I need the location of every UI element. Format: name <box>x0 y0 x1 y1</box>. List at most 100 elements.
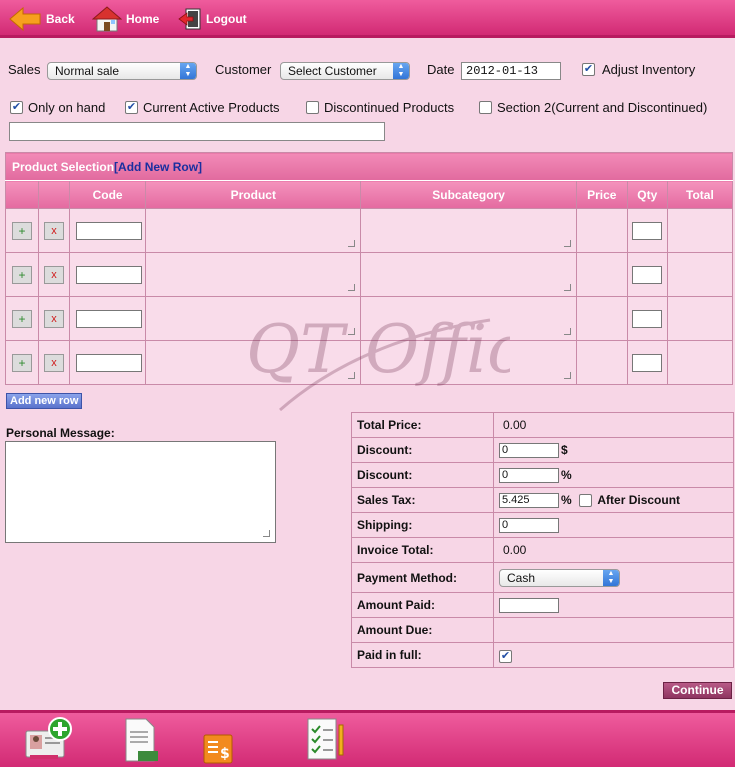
customer-label: Customer <box>215 62 272 77</box>
add-new-row-button[interactable]: Add new row <box>6 393 83 409</box>
table-row: + x <box>4 208 734 253</box>
discontinued-checkbox[interactable] <box>306 101 319 114</box>
top-nav-bar: Back Home Logout <box>0 0 735 38</box>
select-arrows-icon: ▲ ▼ <box>393 63 409 79</box>
add-new-row-link[interactable]: [Add New Row] <box>114 160 202 174</box>
home-button[interactable]: Home <box>92 6 159 32</box>
back-arrow-icon <box>9 6 41 32</box>
add-customer-icon[interactable] <box>24 717 74 763</box>
subcategory-textarea[interactable] <box>360 296 577 341</box>
payment-method-select[interactable]: Cash ▲ ▼ <box>499 568 620 587</box>
price-cell <box>575 252 628 297</box>
remove-row-button[interactable]: x <box>44 309 65 328</box>
col-code: Code <box>69 180 147 209</box>
svg-text:$: $ <box>220 746 230 762</box>
amount-paid-input[interactable] <box>499 597 559 613</box>
current-active-label: Current Active Products <box>143 100 280 115</box>
current-active-checkbox[interactable]: ✔ <box>125 101 138 114</box>
table-row: + x <box>4 296 734 341</box>
only-on-hand-label: Only on hand <box>28 100 106 115</box>
personal-message-textarea[interactable] <box>5 441 276 543</box>
logout-button[interactable]: Logout <box>178 6 247 32</box>
col-price: Price <box>575 180 628 209</box>
sales-type-select[interactable]: Normal sale ▲ ▼ <box>47 62 197 80</box>
qty-input[interactable] <box>632 265 663 284</box>
shipping-input[interactable]: 0 <box>499 517 559 533</box>
customer-value: Select Customer <box>288 64 377 78</box>
price-cell <box>575 296 628 341</box>
col-qty: Qty <box>626 180 668 209</box>
product-textarea[interactable] <box>145 208 362 253</box>
section2-checkbox[interactable] <box>479 101 492 114</box>
add-row-button[interactable]: + <box>12 353 33 372</box>
product-search-input[interactable] <box>9 122 385 141</box>
total-price-row: Total Price: 0.00 <box>351 412 734 438</box>
remove-row-button[interactable]: x <box>44 265 65 284</box>
percent-suffix: % <box>561 493 572 508</box>
select-arrows-icon: ▲ ▼ <box>603 569 619 586</box>
discount-percent-row: Discount: 0% <box>351 462 734 488</box>
amount-due-row: Amount Due: <box>351 617 734 643</box>
dollar-document-icon[interactable]: $ <box>202 733 234 765</box>
product-textarea[interactable] <box>145 340 362 385</box>
subcategory-textarea[interactable] <box>360 208 577 253</box>
remove-row-button[interactable]: x <box>44 221 65 240</box>
discontinued-label: Discontinued Products <box>324 100 455 115</box>
amount-due-value <box>493 617 734 643</box>
select-arrows-icon: ▲ ▼ <box>180 63 196 79</box>
subcategory-textarea[interactable] <box>360 340 577 385</box>
section2-label: Section 2(Current and Discontinued) <box>497 100 708 115</box>
sales-tax-label: Sales Tax: <box>351 487 494 513</box>
discount-amount-row: Discount: 0 $ <box>351 437 734 463</box>
qty-input[interactable] <box>632 309 663 328</box>
checklist-icon[interactable] <box>306 717 346 765</box>
total-cell <box>666 208 734 253</box>
code-input[interactable] <box>76 265 143 284</box>
shipping-label: Shipping: <box>351 512 494 538</box>
code-input[interactable] <box>76 221 143 240</box>
logout-door-icon <box>178 8 201 30</box>
amount-paid-label: Amount Paid: <box>351 592 494 618</box>
add-row-button[interactable]: + <box>12 309 33 328</box>
add-row-button[interactable]: + <box>12 221 33 240</box>
col-total: Total <box>666 180 734 209</box>
price-cell <box>575 208 628 253</box>
col-subcategory: Subcategory <box>360 180 577 209</box>
qty-input[interactable] <box>632 353 663 372</box>
personal-message-label: Personal Message: <box>6 426 115 440</box>
footer-toolbar: $ <box>0 710 735 767</box>
paid-in-full-label: Paid in full: <box>351 642 494 668</box>
date-input[interactable]: 2012-01-13 <box>461 62 561 80</box>
discount-amount-input[interactable]: 0 <box>499 442 559 458</box>
table-row: + x <box>4 340 734 385</box>
only-on-hand-checkbox[interactable]: ✔ <box>10 101 23 114</box>
product-textarea[interactable] <box>145 252 362 297</box>
back-button[interactable]: Back <box>8 6 75 32</box>
sales-tax-input[interactable]: 5.425 <box>499 492 559 508</box>
adjust-inventory-checkbox[interactable]: ✔ <box>582 63 595 76</box>
continue-button[interactable]: Continue <box>663 682 732 699</box>
col-product: Product <box>145 180 362 209</box>
sales-type-value: Normal sale <box>55 64 120 78</box>
qty-input[interactable] <box>632 221 663 240</box>
invoice-icon[interactable] <box>122 717 162 765</box>
after-discount-checkbox[interactable] <box>579 493 593 507</box>
product-textarea[interactable] <box>145 296 362 341</box>
customer-select[interactable]: Select Customer ▲ ▼ <box>280 62 410 80</box>
add-row-button[interactable]: + <box>12 265 33 284</box>
back-label: Back <box>46 12 75 26</box>
remove-row-button[interactable]: x <box>44 353 65 372</box>
subcategory-textarea[interactable] <box>360 252 577 297</box>
paid-in-full-checkbox[interactable]: ✔ <box>499 649 512 663</box>
dollar-suffix: $ <box>561 443 568 458</box>
invoice-total-value: 0.00 <box>493 537 734 563</box>
payment-method-label: Payment Method: <box>351 562 494 593</box>
adjust-inventory-label: Adjust Inventory <box>602 62 696 77</box>
col-add <box>4 180 40 209</box>
sales-label: Sales <box>8 62 41 77</box>
column-header-row: Code Product Subcategory Price Qty Total <box>4 180 734 209</box>
code-input[interactable] <box>76 353 143 372</box>
discount-percent-input[interactable]: 0 <box>499 467 559 483</box>
total-cell <box>666 340 734 385</box>
code-input[interactable] <box>76 309 143 328</box>
